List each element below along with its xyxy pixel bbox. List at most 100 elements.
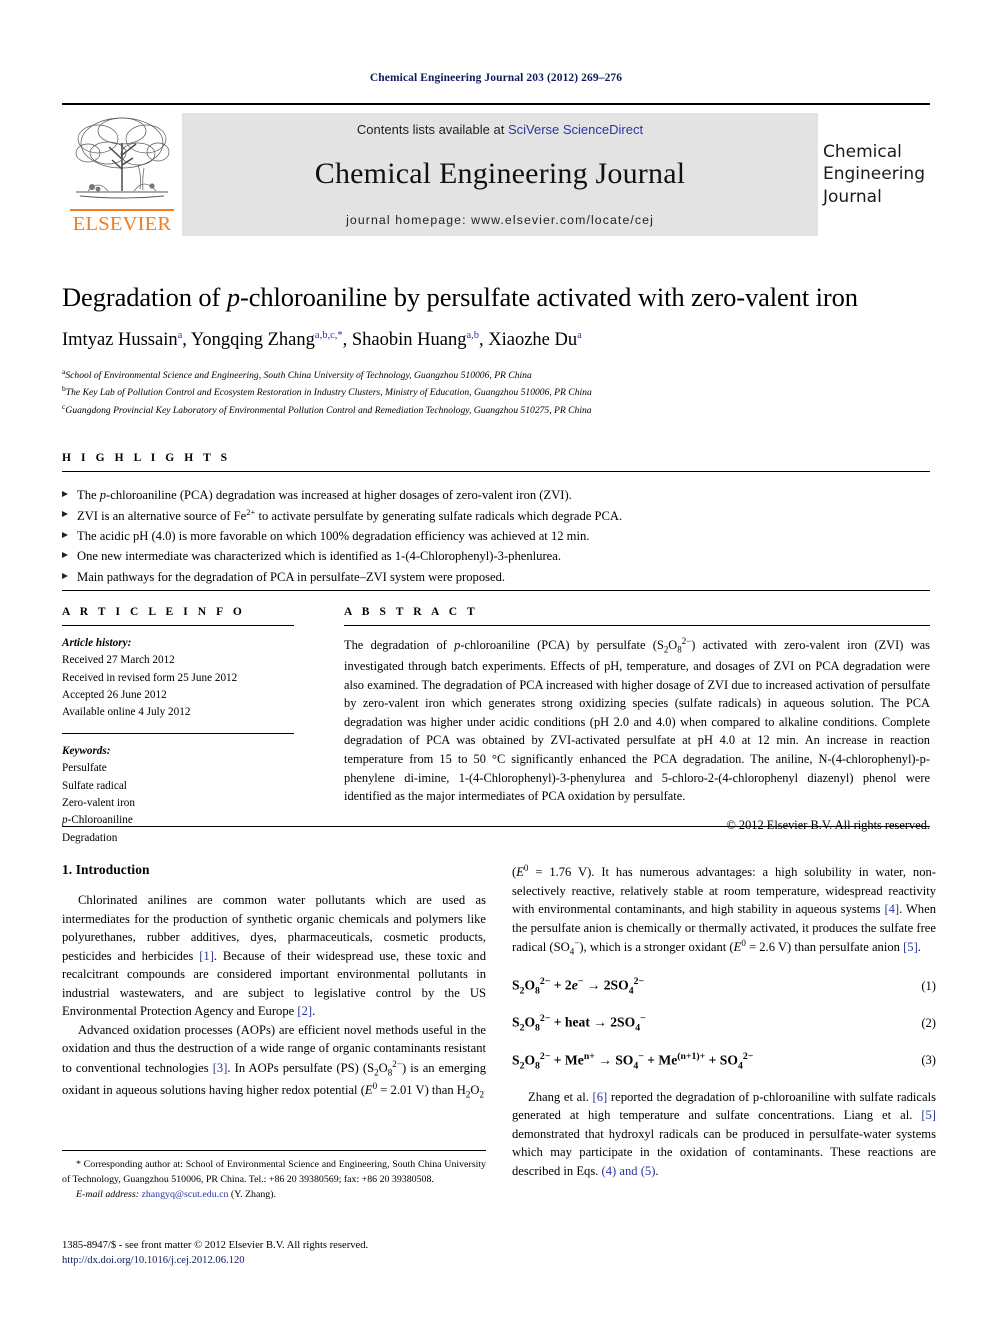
citation-ref[interactable]: [5]: [921, 1108, 936, 1122]
journal-masthead: ELSEVIER Contents lists available at Sci…: [62, 103, 930, 237]
affiliation: aSchool of Environmental Science and Eng…: [62, 366, 930, 384]
title-italic-p: p: [226, 282, 240, 312]
running-head: Chemical Engineering Journal 203 (2012) …: [369, 72, 623, 84]
equation-row-3: S2O82− + Men+ → SO4− + Me(n+1)+ + SO42− …: [512, 1051, 936, 1071]
title-part-1: Degradation of: [62, 282, 227, 312]
article-history-label: Article history:: [62, 637, 132, 649]
introduction-heading: 1. Introduction: [62, 862, 150, 877]
citation-ref[interactable]: [2]: [297, 1004, 312, 1018]
title-part-2: -chloroaniline by persulfate activated w…: [239, 282, 858, 312]
email-link[interactable]: zhangyq@scut.edu.cn: [141, 1189, 228, 1200]
abstract-section: A B S T R A C T The degradation of p-chl…: [344, 606, 930, 833]
triangle-bullet-icon: [62, 572, 68, 579]
footnote-block: * Corresponding author at: School of Env…: [62, 1150, 486, 1203]
triangle-bullet-icon: [62, 491, 68, 497]
author-list: Imtyaz Hussaina, Yongqing Zhanga,b,c,*, …: [62, 330, 582, 351]
citation-ref[interactable]: [6]: [593, 1090, 608, 1104]
keyword-item: Degradation: [62, 831, 118, 844]
keyword-item: Sulfate radical: [62, 779, 127, 792]
highlight-item: One new intermediate was characterized w…: [62, 546, 930, 566]
history-received: Received 27 March 2012: [62, 654, 175, 667]
highlight-text: Main pathways for the degradation of PCA…: [77, 569, 506, 584]
journal-title: Chemical Engineering Journal: [314, 157, 686, 191]
affiliation-text: Guangdong Provincial Key Laboratory of E…: [65, 405, 592, 417]
email-owner: (Y. Zhang).: [230, 1188, 276, 1200]
highlight-item: The p-chloroaniline (PCA) degradation wa…: [62, 485, 930, 505]
history-revised: Received in revised form 25 June 2012: [62, 671, 238, 684]
contents-prefix: Contents lists available at: [356, 122, 508, 137]
author-affil-marker: a,b,c,*: [314, 330, 343, 342]
highlight-text: ZVI is an alternative source of Fe2+ to …: [77, 506, 623, 523]
affiliation: cGuangdong Provincial Key Laboratory of …: [62, 401, 930, 419]
author-affil-marker: a: [177, 330, 183, 342]
affiliation-list: aSchool of Environmental Science and Eng…: [62, 366, 930, 419]
highlights-rule: [62, 471, 930, 472]
equation-number: (1): [921, 978, 936, 993]
history-accepted: Accepted 26 June 2012: [62, 689, 167, 702]
affiliation: bThe Key Lab of Pollution Control and Ec…: [62, 383, 930, 401]
highlight-item: ZVI is an alternative source of Fe2+ to …: [62, 505, 930, 526]
body-column-left: 1. Introduction Chlorinated anilines are…: [62, 862, 486, 1102]
equation-body: S2O82− + heat → 2SO4−: [512, 1013, 646, 1034]
highlight-item: The acidic pH (4.0) is more favorable on…: [62, 526, 930, 546]
equation-ref[interactable]: (4) and (5): [602, 1164, 656, 1178]
doi-link[interactable]: http://dx.doi.org/10.1016/j.cej.2012.06.…: [62, 1253, 486, 1268]
cover-line-3: Journal: [823, 186, 882, 207]
equation-number: (3): [921, 1053, 936, 1068]
triangle-bullet-icon: [62, 531, 68, 538]
keywords-label: Keywords:: [62, 744, 111, 757]
equation-row-2: S2O82− + heat → 2SO4− (2): [512, 1013, 936, 1033]
article-info-separator: [62, 732, 294, 734]
masthead-center: Contents lists available at SciVerse Sci…: [182, 113, 818, 237]
highlight-text: One new intermediate was characterized w…: [77, 549, 561, 564]
journal-cover-thumbnail: Chemical Engineering Journal: [818, 113, 930, 236]
author-name: Imtyaz Hussain: [62, 330, 178, 351]
article-info-heading: A R T I C L E I N F O: [62, 606, 246, 618]
citation-ref[interactable]: [4]: [884, 902, 899, 916]
sciencedirect-link[interactable]: SciVerse ScienceDirect: [508, 122, 643, 137]
citation-ref[interactable]: [1]: [199, 949, 214, 963]
author-affil-marker: a: [577, 330, 582, 342]
citation-ref[interactable]: [3]: [213, 1061, 228, 1075]
intro-paragraph-4: Zhang et al. [6] reported the degradatio…: [512, 1089, 936, 1178]
equation-row-1: S2O82− + 2e− → 2SO42− (1): [512, 976, 936, 996]
journal-article-page: Chemical Engineering Journal 203 (2012) …: [0, 0, 992, 1323]
equation-number: (2): [921, 1016, 936, 1031]
affiliation-text: School of Environmental Science and Engi…: [65, 369, 532, 381]
equation-body: S2O82− + 2e− → 2SO42−: [512, 976, 645, 997]
author-affil-marker: a,b: [466, 330, 479, 342]
highlights-heading: H I G H L I G H T S: [62, 452, 231, 464]
author: Xiaozhe Dua: [488, 330, 582, 350]
highlights-section: H I G H L I G H T S The p-chloroaniline …: [62, 452, 930, 587]
imprint-block: 1385-8947/$ - see front matter © 2012 El…: [62, 1238, 486, 1269]
author: Imtyaz Hussaina: [62, 330, 182, 350]
cover-line-1: Chemical: [823, 142, 902, 162]
highlight-text: The acidic pH (4.0) is more favorable on…: [77, 528, 590, 543]
keywords-block: Keywords: Persulfate Sulfate radical Zer…: [62, 743, 294, 847]
citation-ref[interactable]: [5]: [903, 940, 918, 954]
email-note: E-mail address: zhangyq@scut.edu.cn (Y. …: [62, 1188, 486, 1203]
author-name: Xiaozhe Du: [488, 330, 578, 351]
title-block: Degradation of p-chloroaniline by persul…: [62, 282, 930, 419]
intro-paragraph-2: Advanced oxidation processes (AOPs) are …: [62, 1022, 486, 1100]
article-info-rule: [62, 625, 294, 626]
elsevier-logo: ELSEVIER: [62, 113, 182, 236]
contents-list-line: Contents lists available at SciVerse Sci…: [182, 122, 818, 137]
keyword-item: Persulfate: [62, 762, 107, 775]
abstract-text: The degradation of p-chloroaniline (PCA)…: [344, 636, 930, 804]
highlights-list: The p-chloroaniline (PCA) degradation wa…: [62, 485, 930, 587]
author-name: Yongqing Zhang: [190, 330, 315, 351]
abstract-rule: [344, 625, 930, 626]
history-online: Available online 4 July 2012: [62, 706, 191, 719]
author: Yongqing Zhanga,b,c,*: [191, 330, 343, 350]
highlight-item: Main pathways for the degradation of PCA…: [62, 567, 930, 587]
body-column-right: (E0 = 1.76 V). It has numerous advantage…: [512, 862, 936, 1180]
corresponding-author-note: * Corresponding author at: School of Env…: [62, 1159, 486, 1185]
email-label: E-mail address:: [76, 1188, 139, 1200]
elsevier-wordmark: ELSEVIER: [72, 212, 172, 235]
journal-homepage[interactable]: journal homepage: www.elsevier.com/locat…: [182, 213, 818, 227]
elsevier-rule: [70, 209, 174, 211]
cover-title: Chemical Engineering Journal: [823, 141, 925, 208]
intro-paragraph-3: (E0 = 1.76 V). It has numerous advantage…: [512, 863, 936, 957]
affiliation-text: The Key Lab of Pollution Control and Eco…: [65, 387, 592, 399]
